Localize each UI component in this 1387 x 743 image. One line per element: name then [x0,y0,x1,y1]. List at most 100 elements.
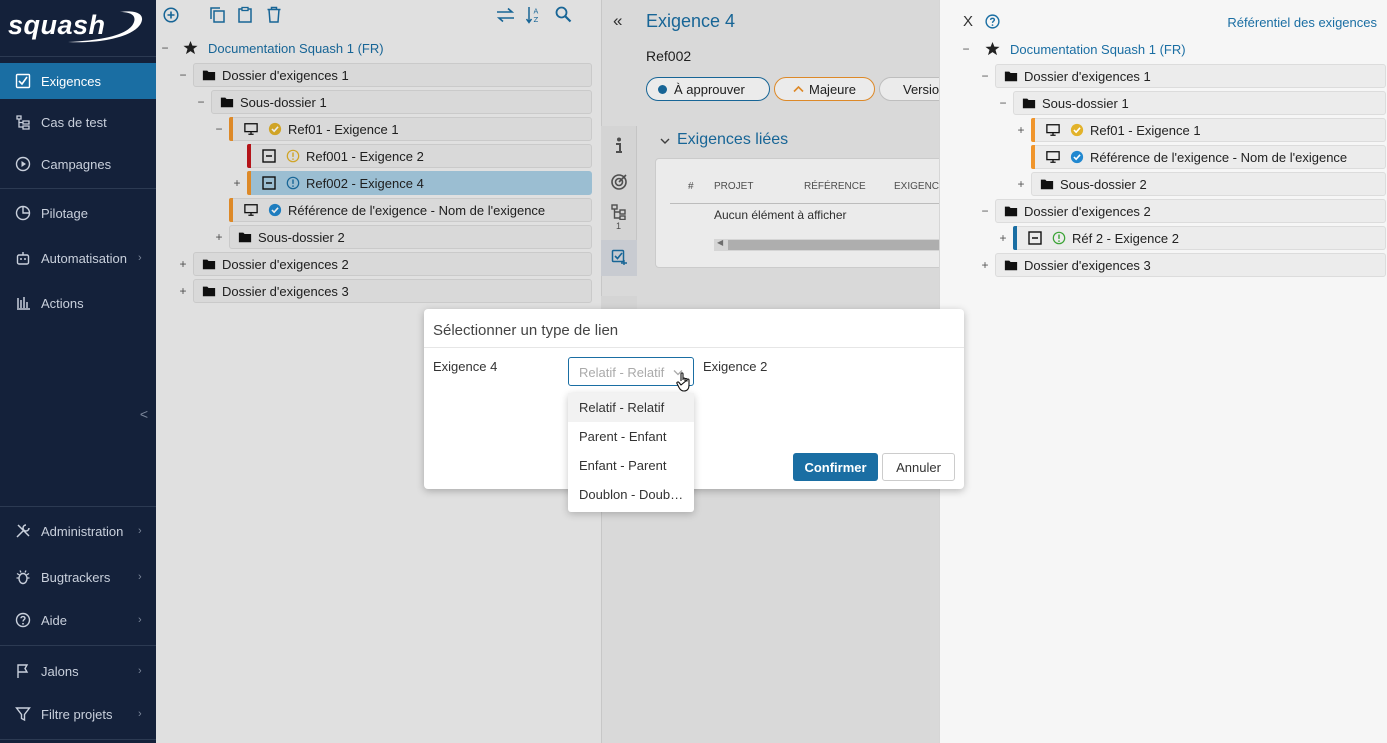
tools-icon [16,524,30,538]
sidebar-divider [0,739,156,740]
collapse-toggle[interactable]: − [998,97,1008,109]
checklist-icon [15,73,31,89]
chevron-right-icon: › [138,252,142,264]
collapse-toggle[interactable]: − [980,205,990,217]
filter-icon [15,707,31,722]
collapse-toggle[interactable]: − [980,70,990,82]
nav-label: Automatisation [41,250,127,266]
tree-node-label: Dossier d'exigences 3 [1024,257,1151,273]
tree-node-label: Référence de l'exigence - Nom de l'exige… [1090,149,1348,165]
nav-label: Exigences [41,73,101,89]
source-requirement-label: Exigence 4 [433,359,498,374]
target-requirement-label: Exigence 2 [703,359,768,374]
bar-chart-icon [17,297,30,310]
option-doublon-label: Doublon - Doublon [579,487,684,502]
criticality-stripe [1013,226,1017,250]
sidebar-divider [0,506,156,507]
tree-node-folder[interactable]: Dossier d'exigences 1 [995,64,1386,88]
hand-cursor-icon [676,372,690,392]
option-doublon[interactable]: Doublon - Doublon [568,480,694,509]
dialog-title: Sélectionner un type de lien [433,322,619,339]
tree-node-label: Sous-dossier 1 [1042,95,1129,111]
tree-node-folder[interactable]: Dossier d'exigences 3 [995,253,1386,277]
project-title[interactable]: Documentation Squash 1 (FR) [1010,42,1186,57]
tree-node-label: Ref01 - Exigence 1 [1090,122,1201,138]
nav-label: Campagnes [41,156,112,172]
expand-toggle[interactable]: + [1016,124,1026,136]
tree-node-folder[interactable]: Sous-dossier 1 [1013,91,1386,115]
expand-toggle[interactable]: + [1016,178,1026,190]
close-button[interactable]: X [963,13,973,30]
requirements-referential-panel: X Référentiel des exigences − Documentat… [939,0,1387,743]
chevron-right-icon: › [138,525,142,537]
nav-label: Filtre projets [41,706,113,722]
sidebar-divider [0,56,156,57]
nav-aide[interactable]: Aide › [0,602,156,638]
tree-node-folder[interactable]: Sous-dossier 2 [1031,172,1386,196]
status-validated-icon [1070,150,1084,164]
folder-icon [1022,98,1036,109]
link-type-select-value: Relatif - Relatif [579,365,665,380]
nav-label: Cas de test [41,114,107,130]
link-type-dropdown: Relatif - Relatif Parent - Enfant Enfant… [568,393,694,512]
confirm-button[interactable]: Confirmer [793,453,878,481]
folder-icon [1004,71,1018,82]
flag-icon [17,664,29,678]
expand-toggle[interactable]: + [980,259,990,271]
sidebar-divider [0,645,156,646]
nav-campagnes[interactable]: Campagnes [0,146,156,182]
dialog-divider [424,347,964,348]
chevron-right-icon: › [138,571,142,583]
option-relatif[interactable]: Relatif - Relatif [568,393,694,422]
nav-administration[interactable]: Administration › [0,513,156,549]
nav-pilotage[interactable]: Pilotage [0,195,156,231]
nav-jalons[interactable]: Jalons › [0,653,156,689]
tree-node-label: Réf 2 - Exigence 2 [1072,230,1179,246]
expand-toggle[interactable]: + [998,232,1008,244]
tree-node-label: Sous-dossier 2 [1060,176,1147,192]
folder-icon [1040,179,1054,190]
robot-icon [16,252,30,265]
nav-cas-de-test[interactable]: Cas de test [0,104,156,140]
nav-filtre-projets[interactable]: Filtre projets › [0,696,156,732]
nav-automatisation[interactable]: Automatisation › [0,240,156,276]
option-parent-enfant[interactable]: Parent - Enfant [568,422,694,451]
squash-logo[interactable]: squash [8,4,148,48]
nav-label: Jalons [41,663,79,679]
cancel-button[interactable]: Annuler [882,453,955,481]
status-new-icon [1052,231,1066,245]
tree-node-label: Dossier d'exigences 2 [1024,203,1151,219]
nav-exigences[interactable]: Exigences [0,63,156,99]
sidebar-collapse-button[interactable]: < [0,396,156,432]
pie-chart-icon [15,205,31,221]
monitor-icon [1046,124,1060,136]
star-icon [985,41,1000,56]
status-approved-icon [1070,123,1084,137]
chevron-right-icon: › [138,665,142,677]
nav-label: Administration [41,523,124,539]
help-icon[interactable] [985,14,1000,29]
tree-node-requirement[interactable]: Réf 2 - Exigence 2 [1013,226,1386,250]
collapse-toggle[interactable]: − [961,43,971,55]
tree-node-requirement[interactable]: Référence de l'exigence - Nom de l'exige… [1031,145,1386,169]
tree-node-folder[interactable]: Dossier d'exigences 2 [995,199,1386,223]
criticality-stripe [1031,118,1035,142]
monitor-icon [1046,151,1060,163]
test-tree-icon [16,115,30,130]
folder-icon [1004,206,1018,217]
logo-text: squash [8,10,106,40]
nav-actions[interactable]: Actions [0,285,156,321]
nav-bugtrackers[interactable]: Bugtrackers › [0,559,156,595]
nav-label: Bugtrackers [41,569,111,585]
chevron-right-icon: › [138,708,142,720]
requirement-box-icon [1028,231,1042,245]
sidebar: squash Exigences Cas de test Campagnes P… [0,0,156,743]
tree-node-requirement[interactable]: Ref01 - Exigence 1 [1031,118,1386,142]
referential-link[interactable]: Référentiel des exigences [1227,15,1377,30]
criticality-stripe [1031,145,1035,169]
play-circle-icon [15,156,31,172]
nav-label: Pilotage [41,205,88,221]
option-enfant-parent[interactable]: Enfant - Parent [568,451,694,480]
nav-label: Aide [41,612,68,628]
sidebar-divider [0,188,156,189]
